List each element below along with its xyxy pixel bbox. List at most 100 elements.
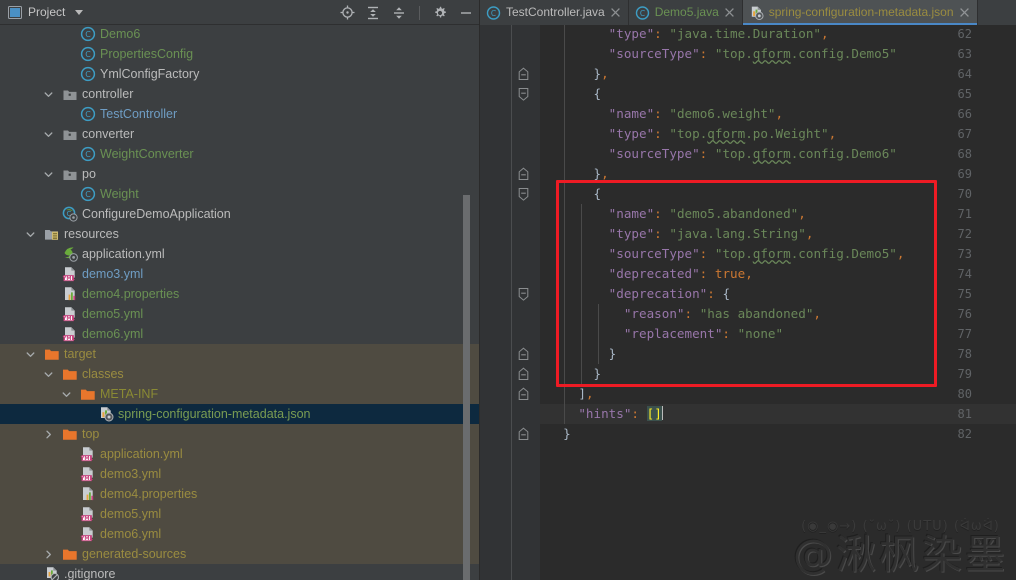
fold-end-icon[interactable]	[518, 364, 529, 384]
tree-row[interactable]: top	[0, 424, 480, 444]
code-line[interactable]: }	[540, 424, 1016, 444]
fold-end-icon[interactable]	[518, 64, 529, 84]
indent-guide	[564, 84, 565, 104]
code-line[interactable]: "deprecation": {	[540, 284, 1016, 304]
code-line[interactable]: "sourceType": "top.qform.config.Demo6"	[540, 144, 1016, 164]
fold-end-icon[interactable]	[518, 164, 529, 184]
tree-item-label: TestController	[100, 104, 177, 124]
tree-row[interactable]: CWeightConverter	[0, 144, 480, 164]
project-title-button[interactable]: Project	[8, 5, 83, 19]
java-class-icon: C	[80, 106, 96, 122]
code-line[interactable]: "name": "demo6.weight",	[540, 104, 1016, 124]
tree-row[interactable]: CYmlConfigFactory	[0, 64, 480, 84]
tree-row[interactable]: resources	[0, 224, 480, 244]
collapse-all-icon[interactable]	[391, 5, 407, 21]
close-icon[interactable]	[724, 7, 735, 18]
tree-item-label: generated-sources	[82, 544, 186, 564]
code-line[interactable]: "replacement": "none"	[540, 324, 1016, 344]
tree-row[interactable]: YMLdemo3.yml	[0, 464, 480, 484]
tree-row[interactable]: application.yml	[0, 244, 480, 264]
expand-all-icon[interactable]	[365, 5, 381, 21]
tree-row[interactable]: CWeight	[0, 184, 480, 204]
code-line[interactable]: {	[540, 84, 1016, 104]
tree-row[interactable]: YMLdemo3.yml	[0, 264, 480, 284]
indent-guide	[564, 104, 565, 124]
code-line[interactable]: "sourceType": "top.qform.config.Demo5",	[540, 244, 1016, 264]
tree-row[interactable]: YMLdemo6.yml	[0, 324, 480, 344]
fold-collapse-icon[interactable]	[518, 84, 529, 104]
editor-tab[interactable]: CTestController.java	[480, 0, 629, 25]
tree-row[interactable]: spring-configuration-metadata.json	[0, 404, 480, 424]
code-line[interactable]: },	[540, 164, 1016, 184]
close-icon[interactable]	[959, 7, 970, 18]
tree-row[interactable]: generated-sources	[0, 544, 480, 564]
chevron-right-icon[interactable]	[43, 429, 54, 440]
tree-row[interactable]: YMLdemo6.yml	[0, 524, 480, 544]
svg-text:YML: YML	[80, 516, 94, 522]
select-opened-file-icon[interactable]	[339, 5, 355, 21]
properties-file-icon	[80, 486, 96, 502]
chevron-down-icon[interactable]	[43, 169, 54, 180]
tree-row[interactable]: controller	[0, 84, 480, 104]
code-line[interactable]: ],	[540, 384, 1016, 404]
excluded-folder-icon	[62, 546, 78, 562]
fold-end-icon[interactable]	[518, 344, 529, 364]
fold-end-icon[interactable]	[518, 384, 529, 404]
yml-file-icon: YML	[62, 266, 78, 282]
tree-row[interactable]: demo4.properties	[0, 284, 480, 304]
close-icon[interactable]	[610, 7, 621, 18]
tree-row[interactable]: target	[0, 344, 480, 364]
code-line[interactable]: "name": "demo5.abandoned",	[540, 204, 1016, 224]
chevron-down-icon[interactable]	[61, 389, 72, 400]
code-line[interactable]: "deprecated": true,	[540, 264, 1016, 284]
code-line[interactable]: }	[540, 364, 1016, 384]
tree-row[interactable]: YMLdemo5.yml	[0, 504, 480, 524]
tree-item-label: .gitignore	[64, 564, 115, 580]
indent-guide	[564, 264, 565, 284]
indent-guide	[564, 284, 565, 304]
code-line[interactable]: }	[540, 344, 1016, 364]
tree-row[interactable]: demo4.properties	[0, 484, 480, 504]
code-line[interactable]: {	[540, 184, 1016, 204]
code-line[interactable]: "type": "java.time.Duration",	[540, 25, 1016, 44]
chevron-down-icon[interactable]	[43, 129, 54, 140]
tree-row[interactable]: CTestController	[0, 104, 480, 124]
hide-icon[interactable]	[458, 5, 474, 21]
chevron-down-icon[interactable]	[43, 369, 54, 380]
tree-row[interactable]: classes	[0, 364, 480, 384]
tree-row[interactable]: CDemo6	[0, 25, 480, 44]
code-line[interactable]: "sourceType": "top.qform.config.Demo5"	[540, 44, 1016, 64]
settings-gear-icon[interactable]	[432, 5, 448, 21]
project-panel-scrollbar[interactable]	[463, 195, 470, 580]
code-line[interactable]: "type": "top.qform.po.Weight",	[540, 124, 1016, 144]
tree-row[interactable]: META-INF	[0, 384, 480, 404]
editor-tab[interactable]: spring-configuration-metadata.json	[743, 0, 978, 25]
tree-row[interactable]: converter	[0, 124, 480, 144]
chevron-down-icon[interactable]	[25, 349, 36, 360]
tree-row[interactable]: YMLapplication.yml	[0, 444, 480, 464]
fold-collapse-icon[interactable]	[518, 284, 529, 304]
project-file-tree[interactable]: CDemo6CPropertiesConfigCYmlConfigFactory…	[0, 25, 480, 580]
fold-collapse-icon[interactable]	[518, 184, 529, 204]
tree-row[interactable]: CPropertiesConfig	[0, 44, 480, 64]
tree-row[interactable]: po	[0, 164, 480, 184]
chevron-down-icon[interactable]	[43, 89, 54, 100]
tree-row[interactable]: YMLdemo5.yml	[0, 304, 480, 324]
code-line[interactable]: "type": "java.lang.String",	[540, 224, 1016, 244]
tree-row[interactable]: CConfigureDemoApplication	[0, 204, 480, 224]
tree-row[interactable]: .gitignore	[0, 564, 480, 580]
editor-tab[interactable]: CDemo5.java	[629, 0, 743, 25]
spring-yaml-icon	[62, 246, 78, 262]
editor-gutter[interactable]	[480, 25, 540, 580]
code-line[interactable]: },	[540, 64, 1016, 84]
svg-text:YML: YML	[80, 536, 94, 542]
chevron-down-icon[interactable]	[75, 10, 83, 15]
tree-item-label: demo5.yml	[82, 304, 143, 324]
fold-end-icon[interactable]	[518, 424, 529, 444]
chevron-right-icon[interactable]	[43, 549, 54, 560]
excluded-folder-icon	[80, 386, 96, 402]
code-editor[interactable]: 62 "type": "java.time.Duration",63 "sour…	[480, 25, 1016, 580]
code-line[interactable]: "hints": []	[540, 404, 1016, 424]
code-line[interactable]: "reason": "has abandoned",	[540, 304, 1016, 324]
chevron-down-icon[interactable]	[25, 229, 36, 240]
